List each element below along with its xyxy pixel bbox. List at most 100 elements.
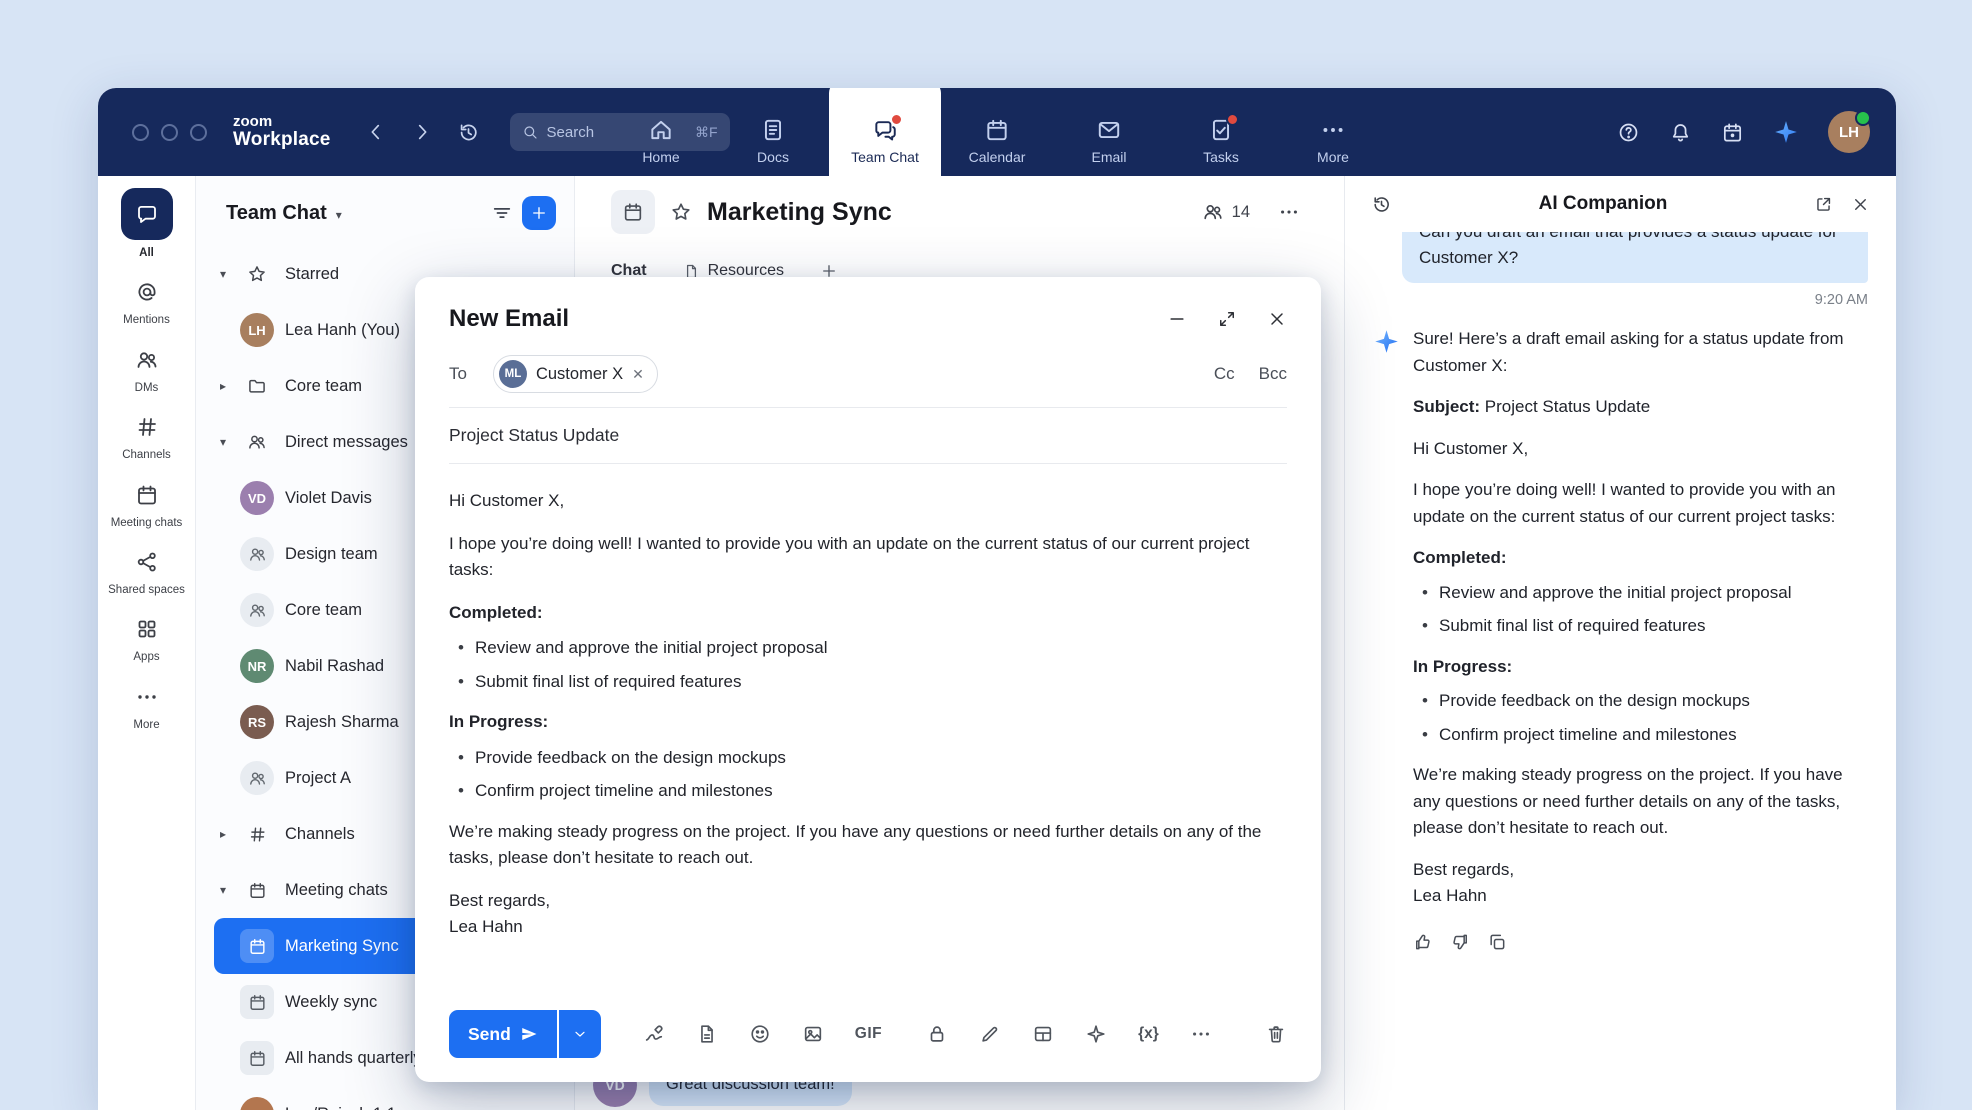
ai-response-intro: Sure! Here’s a draft email asking for a …: [1413, 326, 1854, 379]
close-window-button[interactable]: [132, 124, 149, 141]
meeting-calendar-icon: [240, 873, 274, 907]
desktop: { "topbar": { "logo_top": "zoom", "logo_…: [0, 0, 1972, 1110]
history-icon: [457, 121, 480, 144]
email-body-editor[interactable]: Hi Customer X, I hope you’re doing well!…: [415, 464, 1321, 986]
filter-button[interactable]: [491, 202, 513, 224]
calendar-today-button[interactable]: [1721, 121, 1744, 144]
minimize-button[interactable]: [1167, 309, 1187, 329]
copy-button[interactable]: [1487, 932, 1507, 952]
ai-companion-button[interactable]: [1773, 119, 1799, 145]
send-options-button[interactable]: [559, 1010, 601, 1058]
template-button[interactable]: [696, 1023, 718, 1045]
section-label: Direct messages: [285, 433, 408, 452]
lock-icon: [926, 1023, 948, 1045]
chat-label: Core team: [285, 601, 362, 620]
ai-completed-list: Review and approve the initial project p…: [1413, 580, 1854, 640]
remove-recipient-icon[interactable]: ✕: [632, 366, 644, 383]
recipient-avatar: ML: [499, 360, 527, 388]
group-icon: [240, 761, 274, 795]
chat-label: Violet Davis: [285, 489, 372, 508]
new-chat-button[interactable]: [522, 196, 556, 230]
ai-companion-panel: AI Companion Can you draft an email that…: [1344, 176, 1896, 1110]
ai-history-button[interactable]: [1371, 194, 1392, 215]
back-button[interactable]: [365, 121, 387, 143]
user-avatar[interactable]: LH: [1828, 111, 1870, 153]
tab-team-chat[interactable]: Team Chat: [829, 88, 941, 176]
rail-label: Shared spaces: [108, 583, 185, 597]
list-item: Provide feedback on the design mockups: [1413, 688, 1854, 715]
gif-button[interactable]: GIF: [855, 1025, 882, 1043]
caret-right-icon: ▸: [220, 827, 240, 841]
channel-title: Marketing Sync: [707, 198, 892, 227]
email-inprogress-list: Provide feedback on the design mockups C…: [449, 745, 1287, 805]
signature-button[interactable]: [643, 1023, 665, 1045]
cc-button[interactable]: Cc: [1214, 364, 1235, 384]
ai-assist-button[interactable]: [1085, 1023, 1107, 1045]
avatar: NR: [240, 649, 274, 683]
recipient-chip[interactable]: ML Customer X ✕: [493, 355, 658, 393]
chat-item-lea-rajesh[interactable]: LR Lea/Rajesh 1:1: [214, 1086, 562, 1110]
thumbs-down-button[interactable]: [1450, 932, 1470, 952]
rail-item-more[interactable]: More: [104, 682, 190, 732]
rail-item-channels[interactable]: Channels: [104, 412, 190, 462]
tasks-icon: [1208, 117, 1234, 143]
panel-title[interactable]: Team Chat: [226, 202, 327, 225]
ai-conversation: Can you draft an email that provides a s…: [1345, 232, 1896, 1110]
chat-label: All hands quarterly: [285, 1049, 422, 1068]
ai-close-button[interactable]: [1851, 195, 1870, 214]
rail-item-dms[interactable]: DMs: [104, 345, 190, 395]
layout-button[interactable]: [1032, 1023, 1054, 1045]
bcc-button[interactable]: Bcc: [1259, 364, 1287, 384]
people-icon: [135, 345, 159, 375]
rail-item-apps[interactable]: Apps: [104, 614, 190, 664]
encrypt-button[interactable]: [926, 1023, 948, 1045]
tab-label: Email: [1091, 149, 1126, 165]
rail-item-all[interactable]: All: [104, 188, 190, 260]
tab-docs[interactable]: Docs: [717, 88, 829, 176]
subject-input[interactable]: Project Status Update: [415, 408, 1321, 463]
variables-button[interactable]: {x}: [1138, 1025, 1159, 1043]
tab-more[interactable]: More: [1277, 88, 1389, 176]
more-tools-button[interactable]: [1190, 1023, 1212, 1045]
send-button[interactable]: Send: [449, 1010, 557, 1058]
team-chat-icon: [872, 117, 898, 143]
rail-item-meeting-chats[interactable]: Meeting chats: [104, 480, 190, 530]
ai-response-body-intro: I hope you’re doing well! I wanted to pr…: [1413, 477, 1854, 530]
discard-draft-button[interactable]: [1265, 1023, 1287, 1045]
caret-down-icon: ▾: [220, 435, 240, 449]
emoji-button[interactable]: [749, 1023, 771, 1045]
favorite-star-button[interactable]: [670, 201, 692, 223]
thumbs-up-button[interactable]: [1413, 932, 1433, 952]
modal-title: New Email: [449, 305, 569, 333]
ai-companion-sparkle-icon: [1373, 328, 1400, 355]
tab-label: Calendar: [969, 149, 1026, 165]
caret-down-icon: ▾: [220, 883, 240, 897]
expand-button[interactable]: [1217, 309, 1237, 329]
tab-calendar[interactable]: Calendar: [941, 88, 1053, 176]
rail-item-shared-spaces[interactable]: Shared spaces: [104, 547, 190, 597]
email-greeting: Hi Customer X,: [449, 488, 1287, 515]
tab-email[interactable]: Email: [1053, 88, 1165, 176]
edit-button[interactable]: [979, 1023, 1001, 1045]
tab-tasks[interactable]: Tasks: [1165, 88, 1277, 176]
ai-inprogress-heading: In Progress:: [1413, 654, 1854, 681]
at-icon: [135, 277, 159, 307]
tab-home[interactable]: Home: [605, 88, 717, 176]
logo-workplace-text: Workplace: [233, 130, 331, 150]
section-label: Meeting chats: [285, 881, 388, 900]
history-button[interactable]: [457, 121, 480, 144]
zoom-window-button[interactable]: [190, 124, 207, 141]
notifications-button[interactable]: [1669, 121, 1692, 144]
minimize-window-button[interactable]: [161, 124, 178, 141]
forward-button[interactable]: [411, 121, 433, 143]
home-icon: [648, 117, 674, 143]
ai-open-external-button[interactable]: [1814, 195, 1833, 214]
members-button[interactable]: 14: [1202, 201, 1250, 223]
chevron-down-icon: ▾: [336, 208, 342, 222]
rail-item-mentions[interactable]: Mentions: [104, 277, 190, 327]
help-button[interactable]: [1617, 121, 1640, 144]
ai-response-closing: We’re making steady progress on the proj…: [1413, 762, 1854, 842]
insert-image-button[interactable]: [802, 1023, 824, 1045]
channel-more-button[interactable]: [1278, 201, 1300, 223]
close-modal-button[interactable]: [1267, 309, 1287, 329]
